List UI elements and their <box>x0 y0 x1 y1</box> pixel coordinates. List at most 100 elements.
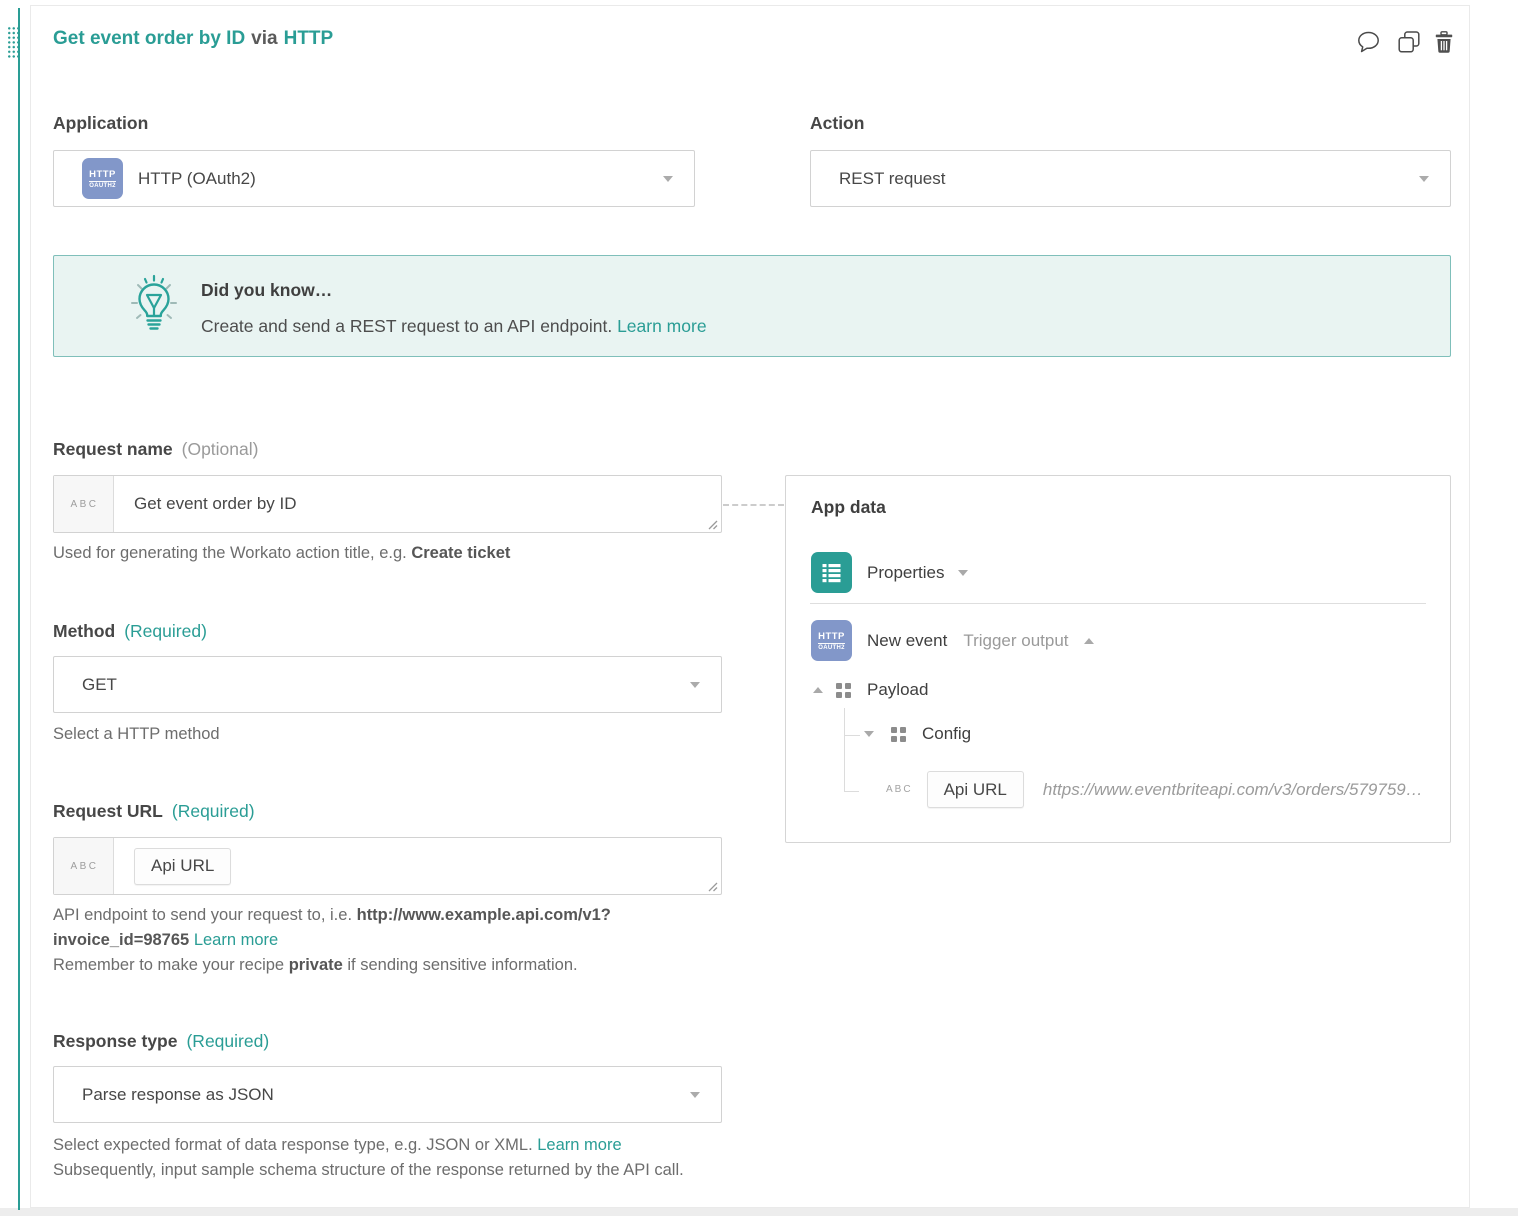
new-event-row[interactable]: HTTP OAUTH2 New event Trigger output <box>811 620 1094 661</box>
copy-icon <box>1398 31 1420 53</box>
text-type-badge: ABC <box>886 784 913 795</box>
application-label: Application <box>53 113 148 134</box>
response-type-label: Response type (Required) <box>53 1031 269 1052</box>
request-name-label-text: Request name <box>53 439 173 459</box>
response-type-help-text: Select expected format of data response … <box>53 1136 537 1154</box>
method-required-flag: (Required) <box>124 621 207 641</box>
object-grid-icon <box>836 683 851 698</box>
tree-line <box>844 791 859 792</box>
request-name-label: Request name (Optional) <box>53 439 258 460</box>
request-url-help: API endpoint to send your request to, i.… <box>53 903 743 978</box>
http-oauth2-app-icon: HTTP OAUTH2 <box>82 158 123 199</box>
properties-row[interactable]: Properties <box>811 552 968 593</box>
method-select-value: GET <box>82 675 117 695</box>
resize-handle[interactable] <box>706 518 718 530</box>
payload-label: Payload <box>867 680 928 700</box>
response-type-required-flag: (Required) <box>186 1031 269 1051</box>
step-title[interactable]: Get event order by ID via HTTP <box>53 28 333 50</box>
http-icon-bottom-text: OAUTH2 <box>818 645 844 651</box>
trigger-output-label: Trigger output <box>963 631 1068 651</box>
response-type-select[interactable]: Parse response as JSON <box>53 1066 722 1123</box>
datapill-connector-line <box>723 504 784 506</box>
comment-icon <box>1357 31 1380 53</box>
text-type-badge: ABC <box>54 476 114 532</box>
request-name-help: Used for generating the Workato action t… <box>53 541 510 566</box>
panel-divider <box>810 603 1426 604</box>
method-label: Method (Required) <box>53 621 207 642</box>
response-type-help: Select expected format of data response … <box>53 1133 718 1183</box>
tip-title: Did you know… <box>201 280 332 301</box>
new-event-label: New event <box>867 631 947 651</box>
chevron-down-icon <box>1419 176 1429 182</box>
did-you-know-banner: Did you know… Create and send a REST req… <box>53 255 1451 357</box>
step-title-connector: via <box>251 28 277 49</box>
collapse-triangle-icon <box>813 687 823 693</box>
api-url-datapill[interactable]: Api URL <box>927 771 1024 808</box>
http-icon-bottom-text: OAUTH2 <box>89 183 115 189</box>
http-icon-top-text: HTTP <box>89 169 116 182</box>
chevron-down-icon <box>690 1092 700 1098</box>
http-icon-top-text: HTTP <box>818 631 845 644</box>
step-accent-rail <box>18 8 20 1210</box>
tip-learn-more-link[interactable]: Learn more <box>617 316 707 336</box>
chevron-down-icon <box>663 176 673 182</box>
app-data-title: App data <box>811 497 886 518</box>
request-url-learn-more-link[interactable]: Learn more <box>194 931 278 949</box>
api-url-node: ABC Api URL https://www.eventbriteapi.co… <box>886 771 1423 808</box>
copy-button[interactable] <box>1396 29 1422 55</box>
config-label: Config <box>922 724 971 744</box>
properties-icon <box>811 552 852 593</box>
request-name-help-text: Used for generating the Workato action t… <box>53 544 411 562</box>
delete-button[interactable] <box>1431 29 1457 55</box>
tip-body: Create and send a REST request to an API… <box>201 316 707 337</box>
step-title-app: HTTP <box>284 28 334 49</box>
response-type-help2-text: Subsequently, input sample schema struct… <box>53 1161 684 1179</box>
chevron-up-icon <box>1084 638 1094 644</box>
request-url-help-text: API endpoint to send your request to, i.… <box>53 906 357 924</box>
resize-handle[interactable] <box>706 880 718 892</box>
request-url-input[interactable]: ABC Api URL <box>53 837 722 895</box>
lightbulb-icon <box>126 273 182 337</box>
request-name-value: Get event order by ID <box>114 476 721 532</box>
tree-line <box>844 708 845 792</box>
tree-line <box>844 735 860 736</box>
response-type-learn-more-link[interactable]: Learn more <box>537 1136 621 1154</box>
method-select[interactable]: GET <box>53 656 722 713</box>
response-type-select-value: Parse response as JSON <box>82 1085 274 1105</box>
request-name-optional-flag: (Optional) <box>182 439 259 459</box>
step-title-name: Get event order by ID <box>53 28 245 49</box>
method-label-text: Method <box>53 621 115 641</box>
request-url-label: Request URL (Required) <box>53 801 255 822</box>
request-url-help2-tail: if sending sensitive information. <box>343 956 578 974</box>
text-type-badge: ABC <box>54 838 114 894</box>
request-name-input[interactable]: ABC Get event order by ID <box>53 475 722 533</box>
api-url-datapill[interactable]: Api URL <box>134 848 231 885</box>
chevron-down-icon <box>958 570 968 576</box>
payload-node[interactable]: Payload <box>813 680 928 700</box>
response-type-label-text: Response type <box>53 1031 177 1051</box>
step-drag-handle[interactable] <box>7 26 19 59</box>
request-url-help2-private: private <box>289 956 343 974</box>
action-select[interactable]: REST request <box>810 150 1451 207</box>
action-label: Action <box>810 113 864 134</box>
method-help: Select a HTTP method <box>53 722 220 747</box>
application-select-value: HTTP (OAuth2) <box>138 169 256 189</box>
api-url-sample-value: https://www.eventbriteapi.com/v3/orders/… <box>1043 780 1423 800</box>
action-select-value: REST request <box>839 169 945 189</box>
tip-body-text: Create and send a REST request to an API… <box>201 316 617 336</box>
http-oauth2-app-icon: HTTP OAUTH2 <box>811 620 852 661</box>
properties-label: Properties <box>867 563 944 583</box>
object-grid-icon <box>891 727 906 742</box>
comment-button[interactable] <box>1355 29 1381 55</box>
request-url-required-flag: (Required) <box>172 801 255 821</box>
request-url-help2-text: Remember to make your recipe <box>53 956 289 974</box>
app-data-panel: App data Properties HTTP OAUTH2 New even… <box>785 475 1451 843</box>
application-select[interactable]: HTTP OAUTH2 HTTP (OAuth2) <box>53 150 695 207</box>
chevron-down-icon <box>690 682 700 688</box>
request-url-label-text: Request URL <box>53 801 163 821</box>
page-bottom-strip <box>0 1208 1518 1216</box>
expand-triangle-icon <box>864 731 874 737</box>
trash-icon <box>1435 31 1453 53</box>
config-node[interactable]: Config <box>864 724 971 744</box>
request-name-help-example: Create ticket <box>411 544 510 562</box>
